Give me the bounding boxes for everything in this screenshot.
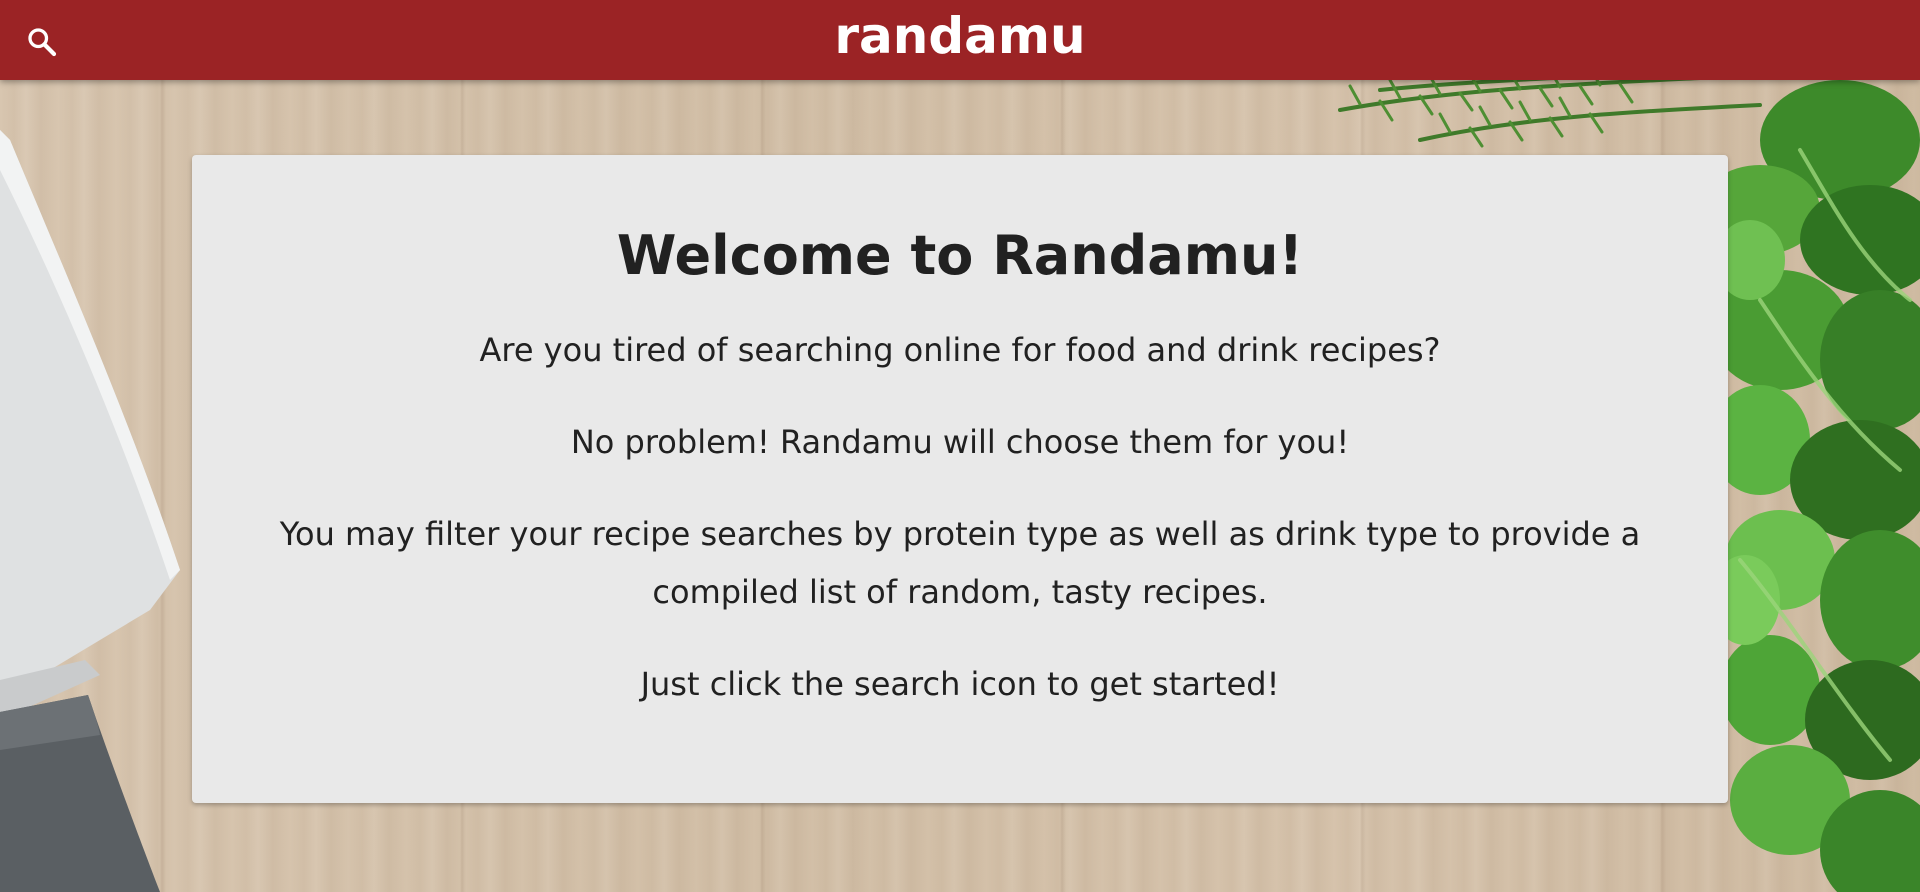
knife-image xyxy=(0,130,180,892)
welcome-title: Welcome to Randamu! xyxy=(616,224,1304,287)
search-icon[interactable] xyxy=(24,24,60,60)
brand-logo-container: randamu xyxy=(0,0,1920,72)
top-navbar: randamu xyxy=(0,0,1920,80)
welcome-paragraph-3: You may filter your recipe searches by p… xyxy=(279,515,1641,611)
brand-logo[interactable]: randamu xyxy=(834,7,1085,65)
welcome-paragraph-1: Are you tired of searching online for fo… xyxy=(479,331,1441,369)
search-button[interactable] xyxy=(24,24,60,60)
welcome-paragraph-4: Just click the search icon to get starte… xyxy=(640,665,1280,703)
welcome-card: Welcome to Randamu! Are you tired of sea… xyxy=(192,155,1728,803)
welcome-paragraph-2: No problem! Randamu will choose them for… xyxy=(570,423,1350,461)
